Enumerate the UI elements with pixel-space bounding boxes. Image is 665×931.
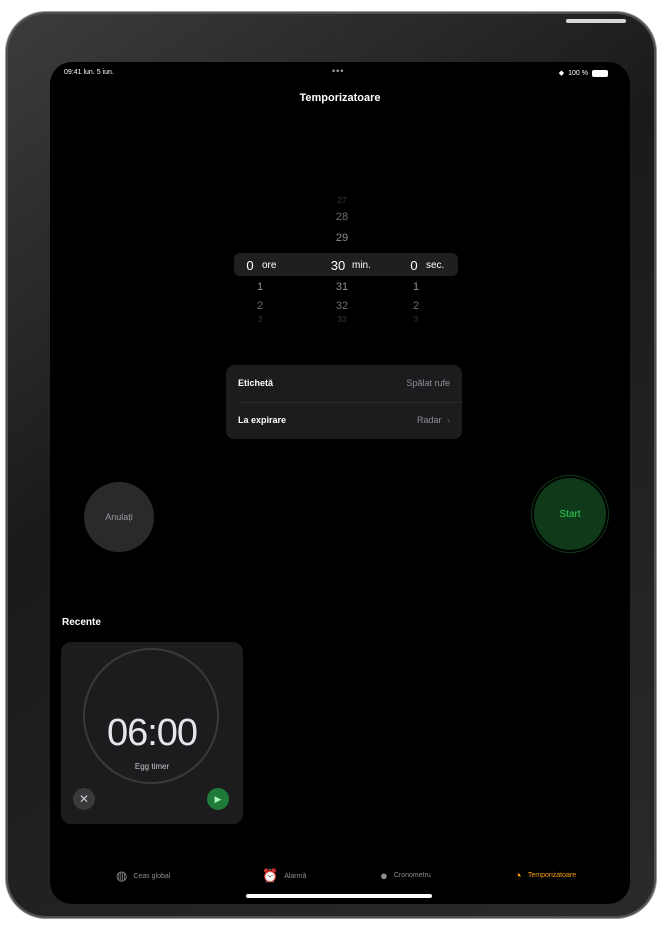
wifi-icon: ◆ (558, 70, 565, 77)
play-icon[interactable]: ▶ (207, 788, 229, 810)
hours-option[interactable]: 3 (250, 315, 270, 324)
tab-stopwatch[interactable]: ● Cronometru (380, 868, 431, 883)
status-right: ◆ 100 % (559, 69, 608, 77)
top-button (566, 19, 626, 23)
timer-settings-list: Etichetă Spălat rufe La expirare Radar › (226, 365, 462, 439)
minutes-option[interactable]: 33 (332, 315, 352, 324)
minutes-option[interactable]: 32 (332, 300, 352, 312)
status-bar: 09:41 lun. 5 iun. ••• ◆ 100 % (50, 66, 630, 80)
home-indicator (246, 894, 432, 898)
on-expire-value: Radar › (417, 415, 450, 425)
cancel-button[interactable]: Anulați (84, 482, 154, 552)
seconds-option[interactable]: 1 (406, 281, 426, 293)
timer-icon: ◔ (514, 868, 522, 883)
minutes-unit-label: min. (352, 260, 371, 271)
alarm-clock-icon: ⏰ (262, 868, 279, 883)
label-row[interactable]: Etichetă Spălat rufe (226, 365, 462, 402)
battery-percent: 100 % (568, 69, 588, 77)
tab-bar: ◍ Ceas global ⏰ Alarmă ● Cronometru ◔ Te… (50, 862, 630, 892)
recent-timer-card[interactable]: 06:00 Egg timer ✕ ▶ (61, 642, 243, 824)
tab-alarm[interactable]: ⏰ Alarmă (262, 868, 306, 884)
label-row-value[interactable]: Spălat rufe (406, 378, 450, 388)
chevron-right-icon: › (447, 415, 450, 425)
status-time: 09:41 lun. 5 iun. (64, 69, 114, 76)
minutes-option[interactable]: 28 (332, 211, 352, 223)
minutes-option[interactable]: 29 (332, 232, 352, 244)
minutes-option[interactable]: 27 (332, 196, 352, 205)
recent-timer-label: Egg timer (134, 762, 170, 771)
front-camera (337, 34, 342, 39)
tab-label: Alarmă (284, 872, 307, 880)
multitasking-dots[interactable]: ••• (332, 66, 344, 76)
delete-icon[interactable]: ✕ (73, 788, 95, 810)
recent-timer-time: 06:00 (106, 712, 198, 754)
seconds-option[interactable]: 2 (406, 300, 426, 312)
page-title: Temporizatoare (299, 92, 381, 104)
stopwatch-icon: ● (380, 868, 388, 883)
on-expire-row[interactable]: La expirare Radar › (226, 402, 462, 439)
ipad-frame: 09:41 lun. 5 iun. ••• ◆ 100 % Temporizat… (6, 12, 656, 918)
tab-label: Cronometru (393, 872, 431, 879)
screen: 09:41 lun. 5 iun. ••• ◆ 100 % Temporizat… (50, 62, 630, 904)
recents-heading: Recente (62, 617, 101, 628)
hours-option[interactable]: 2 (250, 300, 270, 312)
on-expire-title: La expirare (238, 415, 287, 425)
on-expire-sound: Radar (416, 415, 442, 425)
tab-timers[interactable]: ◔ Temporizatoare (514, 868, 576, 883)
label-row-title: Etichetă (238, 378, 274, 388)
seconds-unit-label: sec. (426, 260, 445, 271)
hours-option[interactable]: 1 (250, 281, 270, 293)
tab-label: Temporizatoare (527, 872, 577, 879)
hours-selected[interactable]: 0 (240, 258, 260, 273)
seconds-selected[interactable]: 0 (404, 258, 424, 273)
hours-unit-label: ore (262, 260, 277, 271)
duration-picker[interactable]: 27 28 29 0 ore 30 min. 0 sec. 1 31 1 2 3… (234, 196, 458, 326)
seconds-option[interactable]: 3 (406, 315, 426, 324)
battery-icon (592, 69, 608, 77)
tab-world-clock[interactable]: ◍ Ceas global (116, 868, 170, 884)
start-button[interactable]: Start (534, 478, 606, 550)
minutes-option[interactable]: 31 (332, 281, 352, 293)
minutes-selected[interactable]: 30 (328, 258, 348, 273)
globe-icon: ◍ (116, 868, 128, 883)
tab-label: Ceas global (133, 872, 171, 880)
